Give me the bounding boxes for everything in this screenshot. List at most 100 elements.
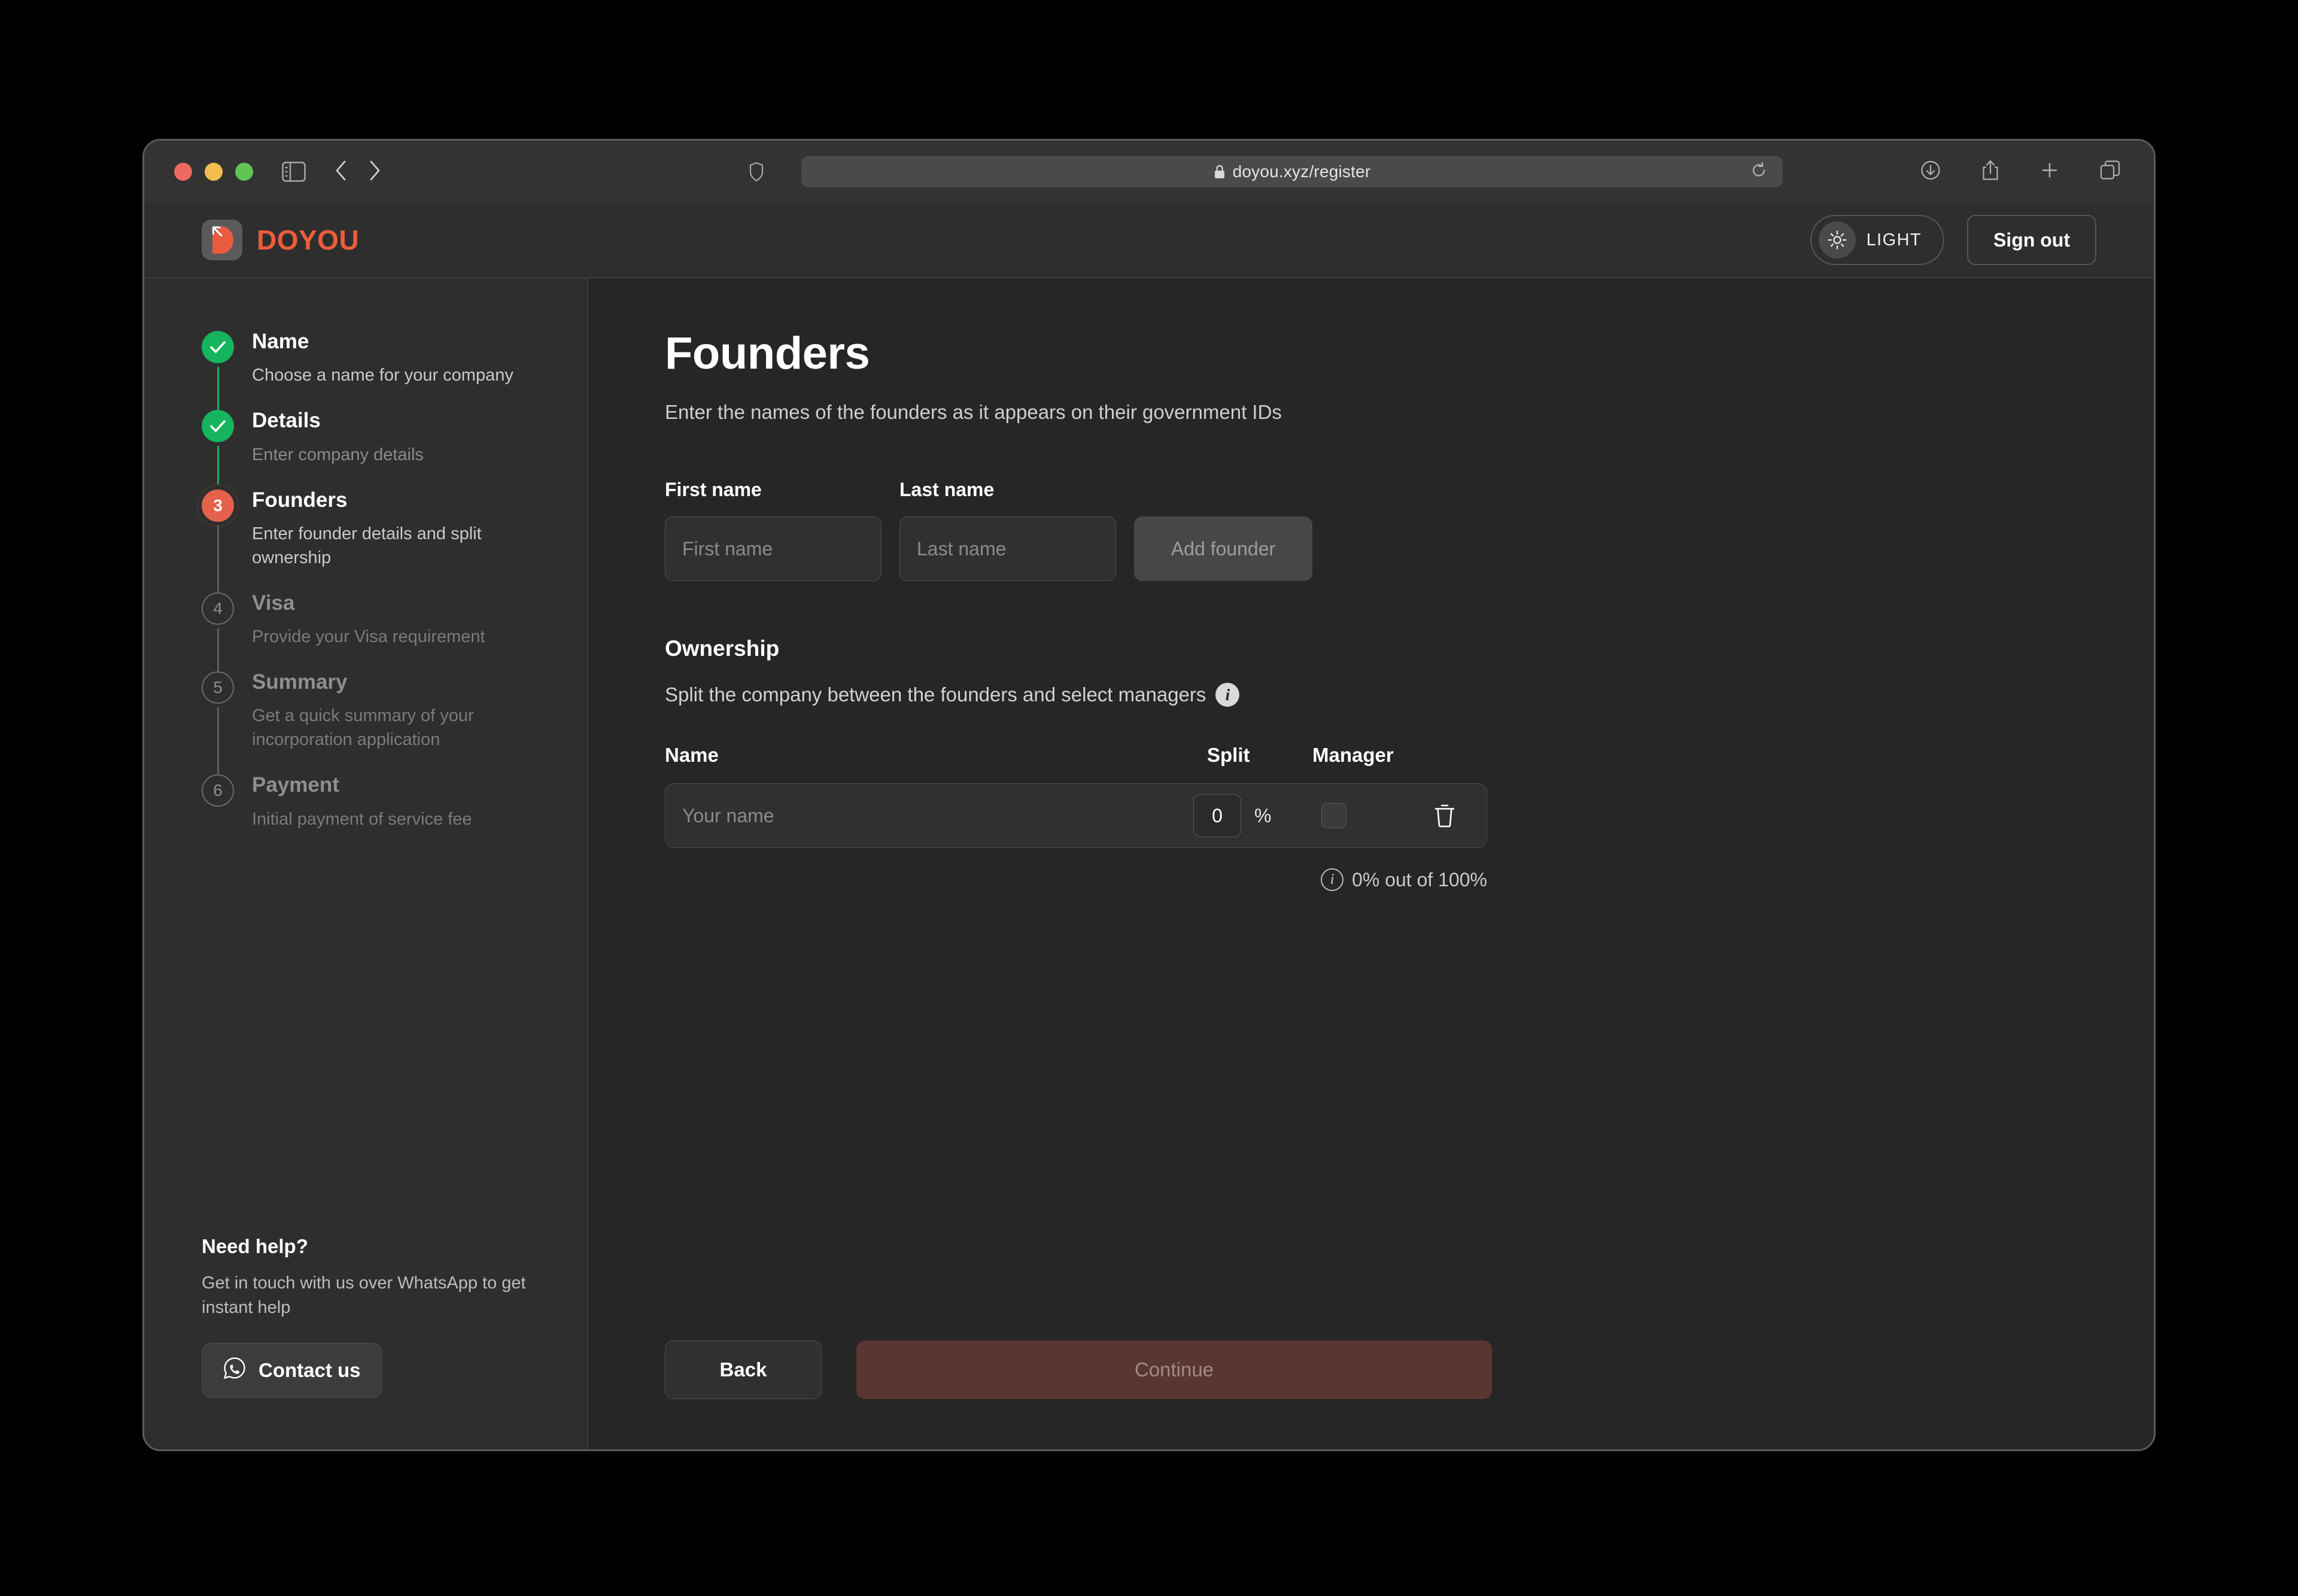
tab-overview-icon[interactable] [2100,160,2120,184]
step-title: Details [252,409,551,433]
step-check-icon [202,410,234,442]
step-connector [217,446,219,490]
sidebar-step-name[interactable]: Name Choose a name for your company [202,330,551,409]
manager-checkbox[interactable] [1321,803,1346,828]
step-description: Get a quick summary of your incorporatio… [252,704,551,768]
url-text: doyou.xyz/register [1233,162,1371,181]
reload-icon[interactable] [1750,162,1767,182]
maximize-window-button[interactable] [235,163,253,181]
step-description: Enter company details [252,443,551,484]
minimize-window-button[interactable] [205,163,223,181]
step-connector [217,525,219,594]
step-number-badge: 5 [202,671,234,704]
url-text-wrapper: doyou.xyz/register [1214,162,1371,181]
split-percent-input[interactable] [1193,794,1241,837]
step-description: Provide your Visa requirement [252,625,551,665]
theme-toggle-button[interactable]: LIGHT [1810,215,1944,265]
sidebar: Name Choose a name for your company Deta… [144,278,588,1449]
step-title: Visa [252,591,551,615]
app-body: Name Choose a name for your company Deta… [144,278,2154,1449]
owner-name-input[interactable] [665,784,1193,847]
sidebar-toggle-icon[interactable] [282,162,306,182]
share-icon[interactable] [1981,160,1999,184]
doyou-logo-icon [202,220,242,260]
forward-arrow-icon[interactable] [368,160,381,184]
step-number-badge: 6 [202,774,234,807]
column-header-name: Name [665,744,1207,767]
navigation-arrows [335,160,381,184]
contact-us-button[interactable]: Contact us [202,1343,382,1398]
traffic-lights [174,163,253,181]
ownership-total-row: i 0% out of 100% [665,868,1487,891]
sidebar-step-founders[interactable]: 3 Founders Enter founder details and spl… [202,488,551,591]
brand-logo[interactable]: DOYOU [202,220,359,260]
help-block: Need help? Get in touch with us over Wha… [202,1235,537,1398]
percent-symbol: % [1254,805,1299,827]
step-description: Initial payment of service fee [252,807,551,848]
back-arrow-icon[interactable] [335,160,348,184]
step-title: Founders [252,488,551,512]
help-title: Need help? [202,1235,537,1258]
browser-window: doyou.xyz/register [142,139,2156,1451]
step-connector [217,367,219,411]
step-description: Enter founder details and split ownershi… [252,522,551,586]
ownership-total-text: 0% out of 100% [1352,869,1487,891]
sun-icon [1819,221,1856,259]
column-header-manager: Manager [1312,744,1430,767]
url-bar[interactable]: doyou.xyz/register [801,156,1783,187]
sidebar-step-summary[interactable]: 5 Summary Get a quick summary of your in… [202,670,551,773]
step-number-badge: 4 [202,592,234,625]
first-name-input[interactable] [665,516,881,581]
last-name-label: Last name [899,479,1116,501]
table-row: % [665,783,1487,848]
add-founder-button[interactable]: Add founder [1134,516,1312,581]
header-actions: LIGHT Sign out [1810,215,2096,265]
sidebar-step-visa[interactable]: 4 Visa Provide your Visa requirement [202,591,551,670]
last-name-input[interactable] [899,516,1116,581]
page-title: Founders [665,327,2154,379]
step-description: Choose a name for your company [252,363,551,404]
ownership-subtitle: Split the company between the founders a… [665,683,1206,706]
app-header: DOYOU LIGHT Sign out [144,203,2154,278]
step-title: Name [252,330,551,354]
brand-name: DOYOU [257,224,359,256]
download-icon[interactable] [1920,160,1941,184]
main-content: Founders Enter the names of the founders… [588,278,2154,1449]
shield-icon[interactable] [749,162,764,182]
lock-icon [1214,164,1226,180]
footer-actions: Back Continue [665,1340,1492,1399]
step-title: Summary [252,670,551,694]
first-name-label: First name [665,479,881,501]
trash-icon [1433,803,1456,828]
step-connector [217,707,219,776]
info-icon[interactable]: i [1215,683,1239,707]
new-tab-icon[interactable] [2040,161,2059,183]
theme-label: LIGHT [1867,230,1922,250]
delete-row-button[interactable] [1416,803,1473,828]
first-name-field-group: First name [665,479,881,581]
whatsapp-icon [223,1356,247,1385]
browser-right-icons [1920,160,2120,184]
close-window-button[interactable] [174,163,192,181]
step-connector [217,628,219,673]
ownership-title: Ownership [665,636,2154,661]
continue-button[interactable]: Continue [856,1340,1492,1399]
sign-out-button[interactable]: Sign out [1967,215,2096,265]
info-icon[interactable]: i [1321,868,1343,891]
last-name-field-group: Last name [899,479,1116,581]
ownership-table: Name Split Manager % [665,744,1487,891]
browser-toolbar: doyou.xyz/register [144,141,2154,203]
back-button[interactable]: Back [665,1340,822,1399]
step-check-icon [202,331,234,363]
founder-name-row: First name Last name Add founder [665,479,2154,581]
sidebar-step-details[interactable]: Details Enter company details [202,409,551,488]
column-header-split: Split [1207,744,1312,767]
progress-steps: Name Choose a name for your company Deta… [144,330,587,853]
manager-cell [1299,803,1416,828]
step-number-badge: 3 [202,490,234,522]
page-subtitle: Enter the names of the founders as it ap… [665,401,2154,424]
sidebar-step-payment[interactable]: 6 Payment Initial payment of service fee [202,773,551,852]
contact-us-label: Contact us [259,1359,361,1382]
help-text: Get in touch with us over WhatsApp to ge… [202,1271,537,1320]
ownership-table-header: Name Split Manager [665,744,1487,767]
